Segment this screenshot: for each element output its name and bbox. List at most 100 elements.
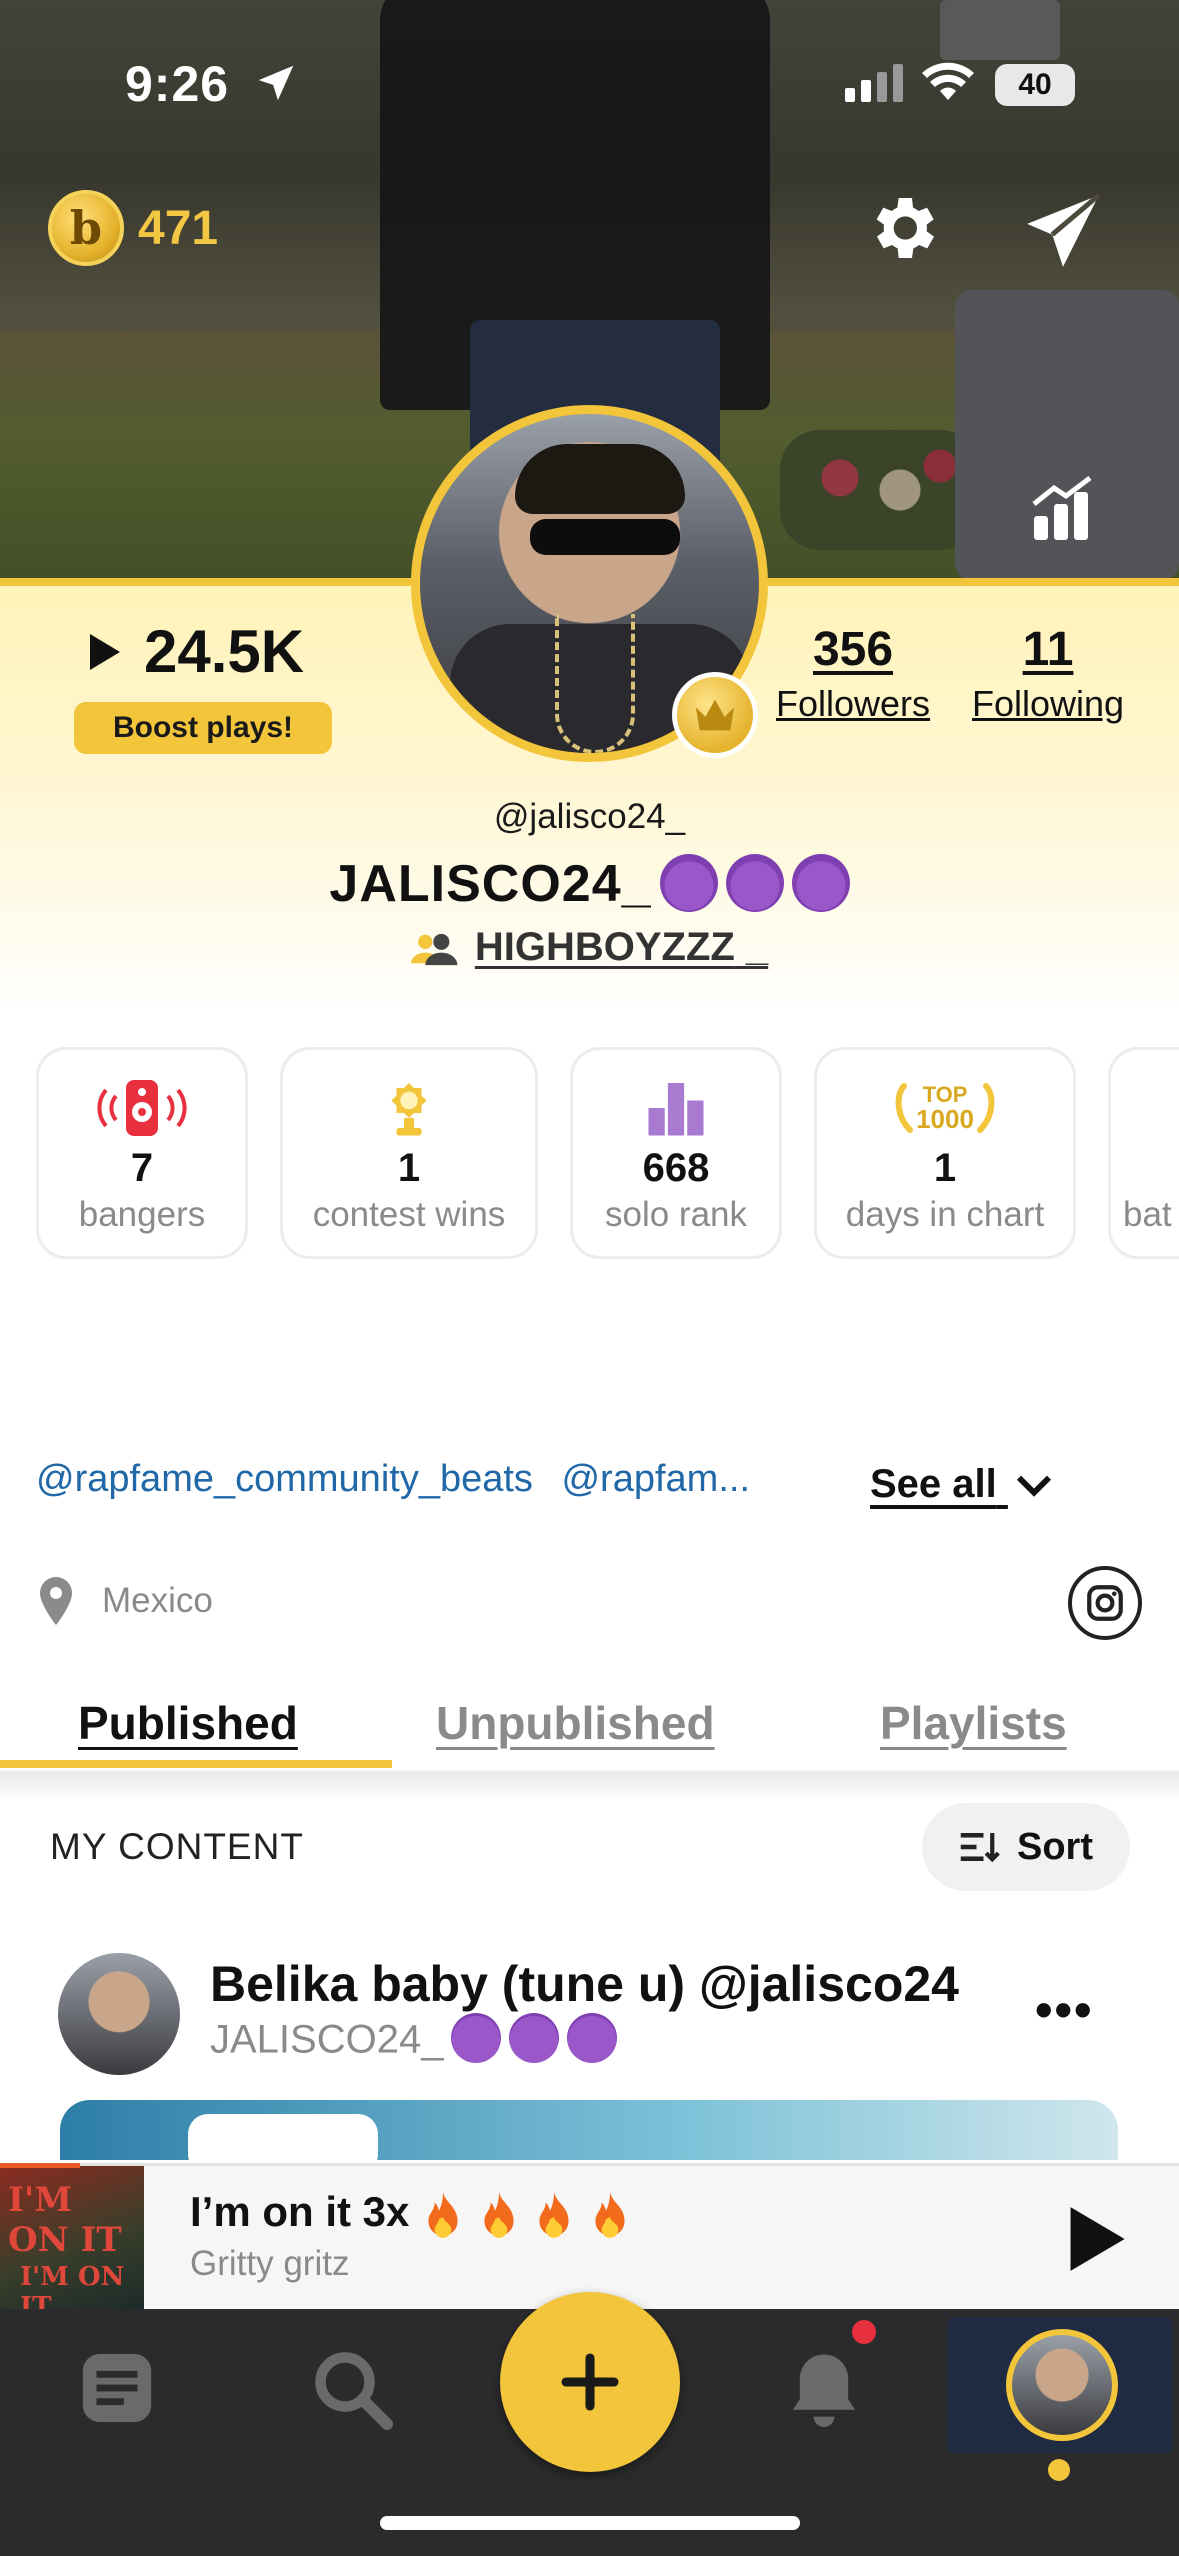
feed-icon[interactable] (76, 2347, 158, 2429)
boost-plays-button[interactable]: Boost plays! (74, 702, 332, 754)
location-arrow-icon (258, 65, 294, 101)
coin-icon: b (48, 190, 124, 266)
tab-unpublished[interactable]: Unpublished (436, 1696, 715, 1750)
trophy-icon (391, 1083, 427, 1136)
fire-emoji-icon (595, 2191, 625, 2238)
active-nav-dot (1048, 2459, 1070, 2481)
stat-card-days-in-chart[interactable]: TOP 1000 1 days in chart (814, 1047, 1076, 1259)
play-icon (90, 633, 120, 670)
status-time: 9:26 (125, 56, 230, 112)
play-count: 24.5K (80, 617, 304, 686)
tagged-link[interactable]: @rapfame_community_beats (36, 1458, 533, 1500)
active-tab-indicator (0, 1760, 392, 1768)
notifications-bell-icon[interactable] (786, 2347, 862, 2431)
devil-emoji-icon (451, 2013, 502, 2063)
location-pin-icon (40, 1577, 72, 1625)
instagram-icon[interactable] (1068, 1566, 1142, 1640)
status-bar: 9:26 40 (0, 0, 1179, 170)
stat-label: solo rank (604, 1195, 748, 1234)
notification-badge (852, 2320, 876, 2344)
track-item[interactable]: Belika baby (tune u) @jalisco24 JALISCO2… (0, 1945, 1179, 2075)
sort-icon (960, 1833, 1000, 1863)
devil-emoji-icon (509, 2013, 560, 2063)
search-icon[interactable] (310, 2347, 394, 2431)
now-playing-artist: Gritty gritz (190, 2244, 350, 2283)
cellular-signal-icon (845, 64, 903, 102)
now-playing-artwork: I'M ON IT I'M ON IT (0, 2166, 144, 2322)
chevron-down-icon (1016, 1476, 1051, 1498)
stat-value: 7 (130, 1146, 154, 1190)
tabs-shadow (0, 1772, 1179, 1802)
following-stat[interactable]: 11 Following (972, 622, 1124, 725)
play-button-icon[interactable] (1064, 2204, 1128, 2274)
stat-card-contest-wins[interactable]: 1 contest wins (280, 1047, 538, 1259)
top1000-icon: TOP 1000 (890, 1080, 1000, 1136)
profile-handle: @jalisco24_ (493, 797, 686, 836)
location: Mexico (36, 1575, 213, 1627)
stat-label: bangers (78, 1195, 206, 1234)
stat-value: 1 (397, 1146, 421, 1190)
stat-card-solo-rank[interactable]: 668 solo rank (570, 1047, 782, 1259)
home-indicator (380, 2516, 800, 2530)
crew-name: HIGHBOYZZZ (474, 925, 735, 969)
track-avatar (58, 1953, 180, 2075)
create-add-button[interactable] (500, 2292, 680, 2472)
stat-card-bangers[interactable]: 7 bangers (36, 1047, 248, 1259)
stat-label: contest wins (312, 1195, 506, 1234)
play-count-value: 24.5K (144, 618, 305, 685)
settings-gear-icon[interactable] (862, 188, 942, 268)
now-playing-title-text: I’m on it 3x (190, 2188, 410, 2235)
followers-count: 356 (812, 623, 894, 676)
stats-chart-icon[interactable] (1030, 476, 1094, 540)
crew-members-icon (410, 934, 458, 966)
stat-card-partial[interactable]: bat (1108, 1047, 1179, 1259)
track-artwork[interactable] (60, 2100, 1118, 2160)
devil-emoji-icon (659, 854, 718, 913)
crew-suffix: _ (734, 925, 769, 969)
stat-value: 1 (933, 1146, 957, 1190)
tagged-link[interactable]: @rapfam... (561, 1458, 750, 1500)
followers-stat[interactable]: 356 Followers (776, 622, 930, 725)
nav-profile-avatar[interactable] (1006, 2329, 1118, 2441)
wifi-icon (922, 62, 974, 100)
stat-value: 668 (642, 1146, 710, 1190)
track-title: Belika baby (tune u) @jalisco24 (210, 1956, 959, 2012)
playback-progress (0, 2163, 80, 2168)
fire-emoji-icon (484, 2191, 514, 2238)
stat-label: bat (1123, 1195, 1172, 1234)
devil-emoji-icon (791, 854, 850, 913)
display-name: JALISCO24_ (0, 854, 1179, 916)
crew-link[interactable]: HIGHBOYZZZ _ (0, 925, 1179, 970)
sort-button[interactable]: Sort (922, 1803, 1130, 1891)
following-count: 11 (1022, 623, 1074, 676)
see-all-button[interactable]: See all (870, 1462, 1054, 1507)
more-options-icon[interactable]: ••• (1035, 1981, 1094, 2039)
battery-indicator: 40 (995, 64, 1075, 106)
devil-emoji-icon (725, 854, 784, 913)
stat-value (1123, 1146, 1179, 1191)
tagged-links: @rapfame_community_beats @rapfam... (36, 1458, 750, 1501)
track-artist: JALISCO24_ (210, 2013, 618, 2067)
now-playing-bar[interactable]: I'M ON IT I'M ON IT I’m on it 3x Gritty … (0, 2163, 1179, 2322)
rank-bars-icon (648, 1083, 704, 1136)
track-artist-name: JALISCO24_ (210, 2017, 444, 2062)
tab-published[interactable]: Published (78, 1696, 298, 1750)
share-send-icon[interactable] (1020, 188, 1106, 274)
plus-icon (561, 2353, 619, 2411)
now-playing-title: I’m on it 3x (190, 2188, 632, 2240)
stat-cards-row[interactable]: 7 bangers 1 contest wins 668 solo rank T… (36, 1047, 1179, 1263)
fire-emoji-icon (428, 2191, 458, 2238)
tab-playlists[interactable]: Playlists (880, 1696, 1067, 1750)
following-label: Following (972, 683, 1125, 724)
section-title: MY CONTENT (50, 1826, 304, 1867)
coin-count: 471 (138, 201, 219, 255)
stat-label: days in chart (845, 1195, 1045, 1234)
devil-emoji-icon (567, 2013, 618, 2063)
location-text: Mexico (102, 1581, 213, 1620)
coin-balance[interactable]: b 471 (48, 190, 218, 266)
fire-emoji-icon (539, 2191, 569, 2238)
see-all-label: See all (870, 1462, 997, 1506)
followers-label: Followers (776, 683, 931, 724)
chart-position-badge (188, 2114, 378, 2160)
crown-badge-icon (672, 672, 758, 758)
